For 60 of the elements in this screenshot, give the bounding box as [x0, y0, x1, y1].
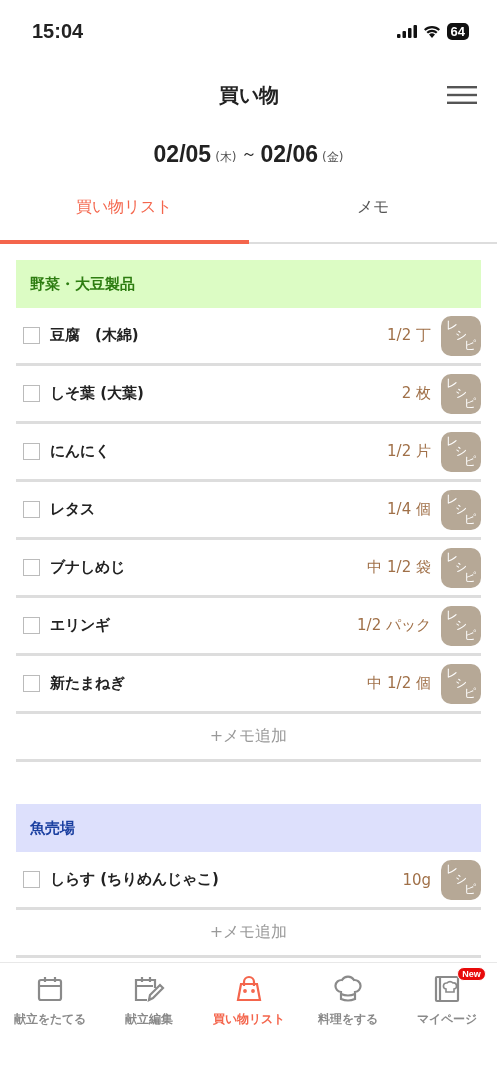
- recipe-button[interactable]: レシピ: [441, 663, 481, 704]
- item-amount: 中 1/2 個: [367, 674, 431, 693]
- status-time: 15:04: [32, 19, 84, 43]
- item-name: レタス: [50, 500, 96, 519]
- signal-icon: [396, 24, 417, 38]
- item-amount: 10g: [402, 870, 431, 889]
- recipe-button[interactable]: レシピ: [441, 431, 481, 472]
- nav-item[interactable]: 料理をする: [298, 965, 398, 1032]
- checkbox[interactable]: [23, 327, 40, 344]
- calendar-pencil-icon: [133, 975, 166, 1003]
- chef-hat-icon: [332, 975, 363, 1003]
- section-header: 野菜・大豆製品: [16, 260, 481, 308]
- nav-item[interactable]: 献立編集: [99, 965, 199, 1032]
- section-header: 魚売場: [16, 804, 481, 852]
- new-badge: New: [457, 967, 486, 981]
- checkbox[interactable]: [23, 559, 40, 576]
- calendar-icon: [35, 975, 64, 1003]
- add-memo-button[interactable]: +メモ追加: [16, 714, 481, 762]
- checkbox[interactable]: [23, 871, 40, 888]
- battery-level: 64: [446, 22, 469, 40]
- add-memo-button[interactable]: +メモ追加: [16, 910, 481, 958]
- item-name: にんにく: [50, 442, 111, 461]
- nav-item[interactable]: New マイページ: [397, 965, 497, 1032]
- item-amount: 1/4 個: [387, 500, 431, 519]
- recipe-button[interactable]: レシピ: [441, 605, 481, 646]
- checkbox[interactable]: [23, 385, 40, 402]
- item-name: しそ葉 (大葉): [50, 384, 145, 403]
- start-date: 02/05: [153, 140, 212, 168]
- item-amount: 1/2 片: [387, 442, 431, 461]
- nav-item[interactable]: 買い物リスト: [198, 965, 299, 1032]
- recipe-button[interactable]: レシピ: [441, 489, 481, 530]
- checkbox[interactable]: [23, 501, 40, 518]
- end-weekday: (金): [322, 148, 344, 166]
- recipe-button[interactable]: レシピ: [441, 547, 481, 588]
- checkbox[interactable]: [23, 675, 40, 692]
- checkbox[interactable]: [23, 617, 40, 634]
- item-name: 豆腐 (木綿): [50, 326, 140, 345]
- start-weekday: (木): [215, 148, 237, 166]
- book-icon: [433, 975, 462, 1003]
- item-name: ブナしめじ: [50, 558, 126, 577]
- tab[interactable]: メモ: [248, 180, 497, 244]
- range-separator: ～: [240, 143, 257, 165]
- tab[interactable]: 買い物リスト: [0, 180, 249, 244]
- checkbox[interactable]: [23, 443, 40, 460]
- wifi-icon: [422, 24, 441, 38]
- bag-icon: [234, 975, 263, 1003]
- recipe-button[interactable]: レシピ: [441, 859, 481, 900]
- nav-item[interactable]: 献立をたてる: [0, 965, 100, 1032]
- menu-icon[interactable]: [447, 86, 477, 104]
- page-title: 買い物: [218, 81, 279, 109]
- item-name: 新たまねぎ: [50, 674, 126, 693]
- item-name: エリンギ: [50, 616, 111, 635]
- end-date: 02/06: [260, 140, 319, 168]
- item-name: しらす (ちりめんじゃこ): [50, 870, 220, 889]
- item-amount: 1/2 丁: [387, 326, 431, 345]
- item-amount: 2 枚: [401, 384, 431, 403]
- recipe-button[interactable]: レシピ: [441, 373, 481, 414]
- recipe-button[interactable]: レシピ: [441, 315, 481, 356]
- item-amount: 中 1/2 袋: [367, 558, 431, 577]
- item-amount: 1/2 パック: [357, 616, 431, 635]
